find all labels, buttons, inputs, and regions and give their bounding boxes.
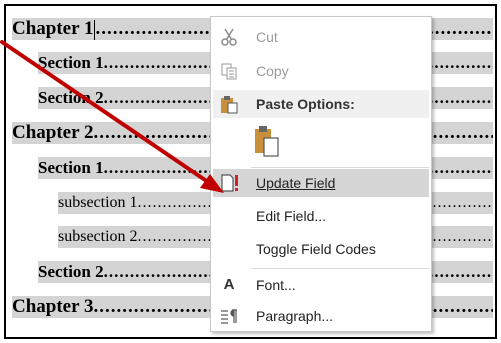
toc-entry-title: Section 1	[38, 53, 104, 72]
toc-entry-title: Chapter 1	[12, 18, 94, 39]
context-menu: Cut Copy Paste Options: Update Field Edi…	[210, 16, 432, 332]
cut-menu-item[interactable]: Cut	[213, 23, 429, 51]
copy-label: Copy	[256, 63, 289, 79]
paragraph-menu-item[interactable]: Paragraph...	[213, 302, 429, 330]
update-field-label: Update Field	[256, 175, 336, 191]
clipboard-icon	[219, 94, 239, 114]
copy-icon	[219, 61, 239, 81]
update-field-icon	[219, 173, 239, 193]
clipboard-icon	[255, 126, 279, 157]
toc-entry-title: Chapter 3	[12, 296, 94, 317]
toc-entry-title: subsection 1	[58, 194, 138, 211]
edit-field-label: Edit Field...	[256, 208, 327, 224]
paste-options-header: Paste Options:	[213, 90, 429, 118]
paragraph-icon	[219, 306, 239, 326]
copy-menu-item[interactable]: Copy	[213, 57, 429, 85]
paste-options-label: Paste Options:	[256, 96, 355, 112]
font-label: Font...	[256, 277, 296, 293]
toggle-field-codes-menu-item[interactable]: Toggle Field Codes	[213, 235, 429, 263]
menu-separator	[251, 268, 429, 269]
toc-entry-title: Chapter 2	[12, 122, 94, 143]
paragraph-label: Paragraph...	[256, 308, 334, 324]
toggle-field-codes-label: Toggle Field Codes	[256, 241, 376, 257]
toc-entry-title: Section 2	[38, 88, 104, 107]
font-icon: A	[223, 276, 235, 293]
update-field-menu-item[interactable]: Update Field	[213, 169, 429, 197]
font-menu-item[interactable]: A Font...	[213, 271, 429, 299]
cut-label: Cut	[256, 29, 278, 45]
toc-entry-title: subsection 2	[58, 228, 138, 245]
menu-separator	[251, 167, 429, 168]
scissors-icon	[219, 27, 239, 47]
edit-field-menu-item[interactable]: Edit Field...	[213, 202, 429, 230]
paste-keep-text-button[interactable]	[254, 124, 280, 158]
toc-entry-title: Section 2	[38, 262, 104, 281]
toc-entry-title: Section 1	[38, 158, 104, 177]
